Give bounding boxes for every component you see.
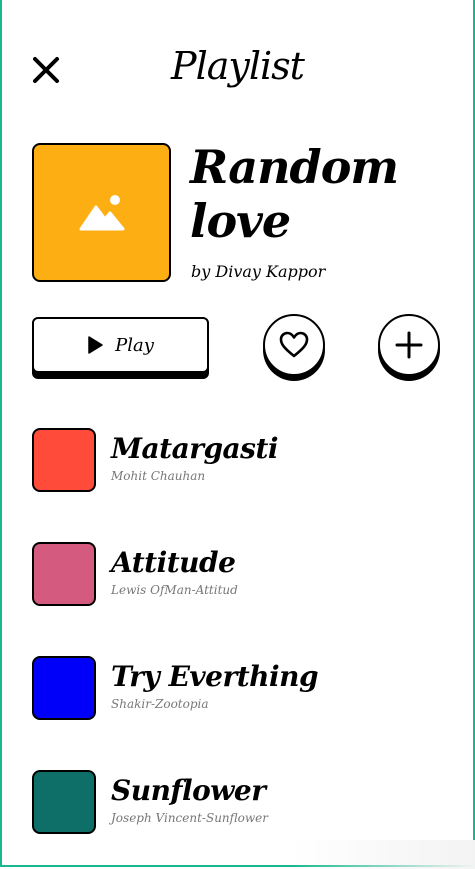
track-cover	[32, 428, 96, 492]
play-button[interactable]: Play	[32, 317, 209, 373]
plus-icon	[395, 331, 423, 359]
track-item[interactable]: Try Everthing Shakir-Zootopia	[32, 656, 452, 720]
track-cover	[32, 770, 96, 834]
track-title: Attitude	[111, 546, 236, 579]
track-cover	[32, 656, 96, 720]
album-cover	[32, 143, 171, 282]
track-artist: Shakir-Zootopia	[111, 697, 209, 711]
heart-icon	[279, 331, 309, 358]
track-artist: Mohit Chauhan	[111, 469, 206, 483]
track-item[interactable]: Sunflower Joseph Vincent-Sunflower	[32, 770, 452, 834]
add-button[interactable]	[378, 314, 440, 376]
track-artist: Joseph Vincent-Sunflower	[111, 811, 268, 825]
track-title: Try Everthing	[111, 660, 319, 693]
track-title: Sunflower	[111, 774, 266, 807]
track-title: Matargasti	[111, 432, 279, 465]
track-cover	[32, 542, 96, 606]
bottom-shadow	[290, 840, 475, 869]
album-title: Random love	[190, 140, 399, 248]
play-label: Play	[115, 334, 154, 356]
page-title: Playlist	[171, 44, 305, 88]
album-author: by Divay Kappor	[191, 262, 326, 281]
like-button[interactable]	[263, 314, 325, 376]
track-item[interactable]: Matargasti Mohit Chauhan	[32, 428, 452, 492]
track-artist: Lewis OfMan-Attitud	[111, 583, 238, 597]
track-item[interactable]: Attitude Lewis OfMan-Attitud	[32, 542, 452, 606]
play-icon	[88, 336, 103, 354]
image-icon	[79, 194, 124, 230]
